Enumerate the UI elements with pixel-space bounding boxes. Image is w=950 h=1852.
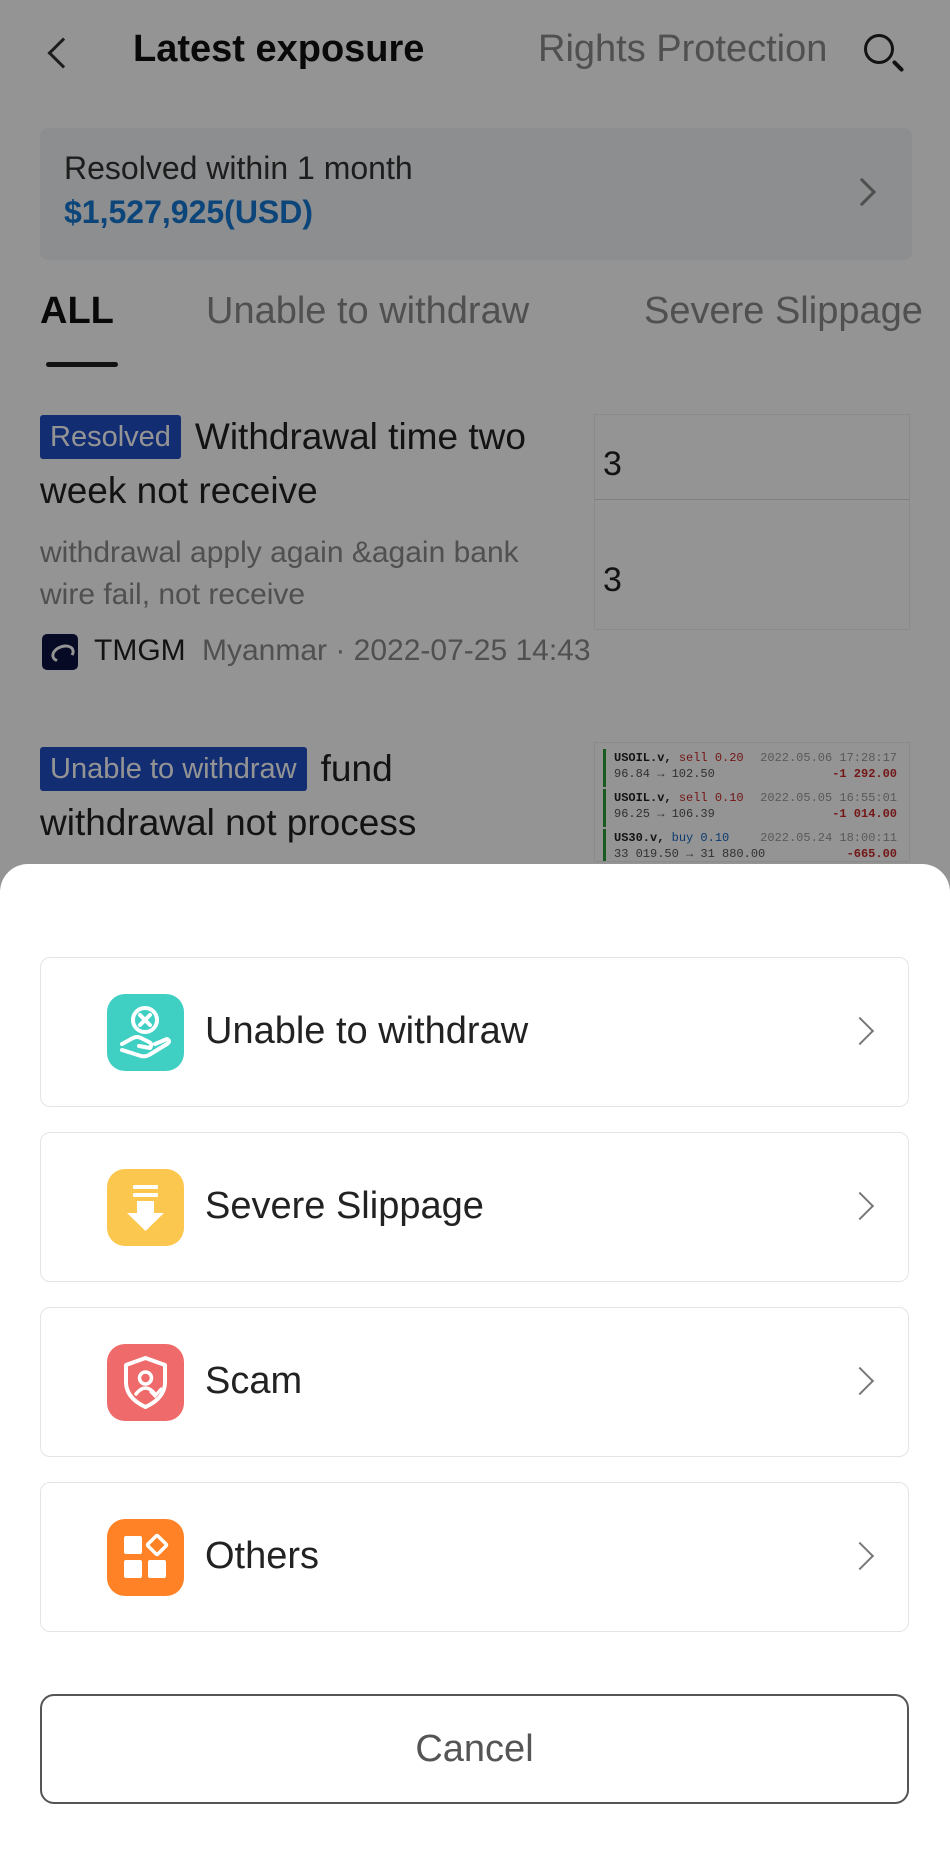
hand-x-icon bbox=[107, 994, 184, 1071]
option-others[interactable]: Others bbox=[40, 1482, 909, 1632]
option-label: Scam bbox=[205, 1360, 303, 1402]
cancel-label: Cancel bbox=[415, 1728, 534, 1770]
chevron-right-icon bbox=[845, 1366, 875, 1396]
chevron-right-icon bbox=[845, 1191, 875, 1221]
option-label: Unable to withdraw bbox=[205, 1010, 529, 1052]
option-label: Severe Slippage bbox=[205, 1185, 484, 1227]
option-unable-to-withdraw[interactable]: Unable to withdraw bbox=[40, 957, 909, 1107]
chevron-right-icon bbox=[845, 1016, 875, 1046]
cancel-button[interactable]: Cancel bbox=[40, 1694, 909, 1804]
option-severe-slippage[interactable]: Severe Slippage bbox=[40, 1132, 909, 1282]
option-scam[interactable]: Scam bbox=[40, 1307, 909, 1457]
category-bottom-sheet: Unable to withdraw Severe Slippage Scam bbox=[0, 864, 950, 1852]
slippage-down-icon bbox=[107, 1169, 184, 1246]
chevron-right-icon bbox=[845, 1541, 875, 1571]
option-label: Others bbox=[205, 1535, 320, 1577]
shield-user-icon bbox=[107, 1344, 184, 1421]
apps-grid-icon bbox=[107, 1519, 184, 1596]
